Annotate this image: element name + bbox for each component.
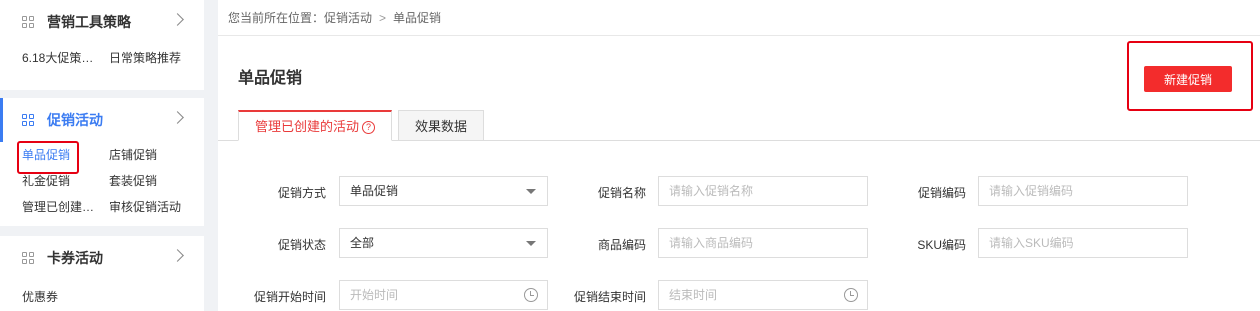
tab-manage-created[interactable]: 管理已创建的活动? [238,110,393,141]
page-title: 单品促销 [238,70,303,87]
grid-icon [22,251,35,265]
sidebar-item-store-promo[interactable]: 店铺促销 [109,142,196,168]
grid-icon [22,15,35,29]
sidebar-item-manage-created[interactable]: 管理已创建… [22,194,109,220]
filter-form: 促销方式 单品促销 促销名称 请输入促销名称 促销编码 请输入促销编码 促销状态… [218,141,1260,311]
sidebar-item-daily-strategy[interactable]: 日常策略推荐 [109,45,196,71]
sidebar-item-bundle-promo[interactable]: 套装促销 [109,168,196,194]
promo-method-value: 单品促销 [350,184,399,198]
promo-status-label: 促销状态 [278,238,327,252]
sidebar-group-promotions: 促销活动 单品促销 店铺促销 礼金促销 套装促销 管理已创建… 审核促销活动 [0,98,204,226]
tab-bar: 管理已创建的活动? 效果数据 [238,110,490,141]
promo-method-select[interactable]: 单品促销 [339,176,548,206]
start-time-label: 促销开始时间 [253,290,326,304]
breadcrumb: 您当前所在位置：促销活动 > 单品促销 [218,0,1260,36]
caret-down-icon [526,189,536,194]
breadcrumb-separator: > [379,11,387,25]
promo-code-input[interactable]: 请输入促销编码 [978,176,1188,206]
tab-label: 效果数据 [415,119,468,134]
grid-icon [22,113,35,127]
sidebar-head-marketing-tools[interactable]: 营销工具策略 [0,0,204,44]
promo-name-input[interactable]: 请输入促销名称 [658,176,868,206]
sidebar: 营销工具策略 6.18大促策… 日常策略推荐 促销活动 单品促销 店铺促销 礼金… [0,0,204,311]
sidebar-head-coupons[interactable]: 卡券活动 [0,236,204,280]
sidebar-item-gift-promo[interactable]: 礼金促销 [22,168,109,194]
clock-icon [844,288,858,302]
breadcrumb-prefix: 您当前所在位置： [228,11,325,25]
clock-icon [524,288,538,302]
new-promotion-button[interactable]: 新建促销 [1144,66,1232,92]
chevron-right-icon [171,13,184,26]
promo-name-label: 促销名称 [598,186,647,200]
start-time-picker[interactable]: 开始时间 [339,280,548,310]
chevron-right-icon [171,111,184,124]
chevron-right-icon [171,249,184,262]
sidebar-group-title: 营销工具策略 [47,14,131,30]
sidebar-group-marketing-tools: 营销工具策略 6.18大促策… 日常策略推荐 [0,0,204,90]
start-time-placeholder: 开始时间 [350,288,399,302]
promo-status-value: 全部 [350,236,375,250]
sku-code-input[interactable]: 请输入SKU编码 [978,228,1188,258]
tab-effect-data[interactable]: 效果数据 [398,110,485,141]
sidebar-group-coupons: 卡券活动 优惠券 [0,236,204,311]
breadcrumb-level1[interactable]: 促销活动 [324,11,372,25]
end-time-picker[interactable]: 结束时间 [658,280,868,310]
caret-down-icon [526,241,536,246]
sidebar-item-coupon[interactable]: 优惠券 [22,284,109,310]
sidebar-group-title: 卡券活动 [47,250,103,266]
promo-status-select[interactable]: 全部 [339,228,548,258]
sidebar-item-single-promo[interactable]: 单品促销 [22,142,109,168]
end-time-label: 促销结束时间 [573,290,646,304]
sku-code-label: SKU编码 [917,238,966,252]
promo-code-label: 促销编码 [918,186,967,200]
help-icon[interactable]: ? [362,121,376,134]
end-time-placeholder: 结束时间 [669,288,718,302]
tab-label: 管理已创建的活动 [255,119,360,134]
main-panel: 您当前所在位置：促销活动 > 单品促销 单品促销 新建促销 管理已创建的活动? 效果… [218,0,1260,311]
promo-method-label: 促销方式 [278,186,327,200]
product-code-input[interactable]: 请输入商品编码 [658,228,868,258]
product-code-label: 商品编码 [598,238,647,252]
sidebar-item-review-promo[interactable]: 审核促销活动 [109,194,196,220]
sidebar-head-promotions[interactable]: 促销活动 [0,98,204,142]
sidebar-group-title: 促销活动 [47,112,103,128]
sidebar-item-618[interactable]: 6.18大促策… [22,45,109,71]
breadcrumb-level2: 单品促销 [393,11,442,25]
